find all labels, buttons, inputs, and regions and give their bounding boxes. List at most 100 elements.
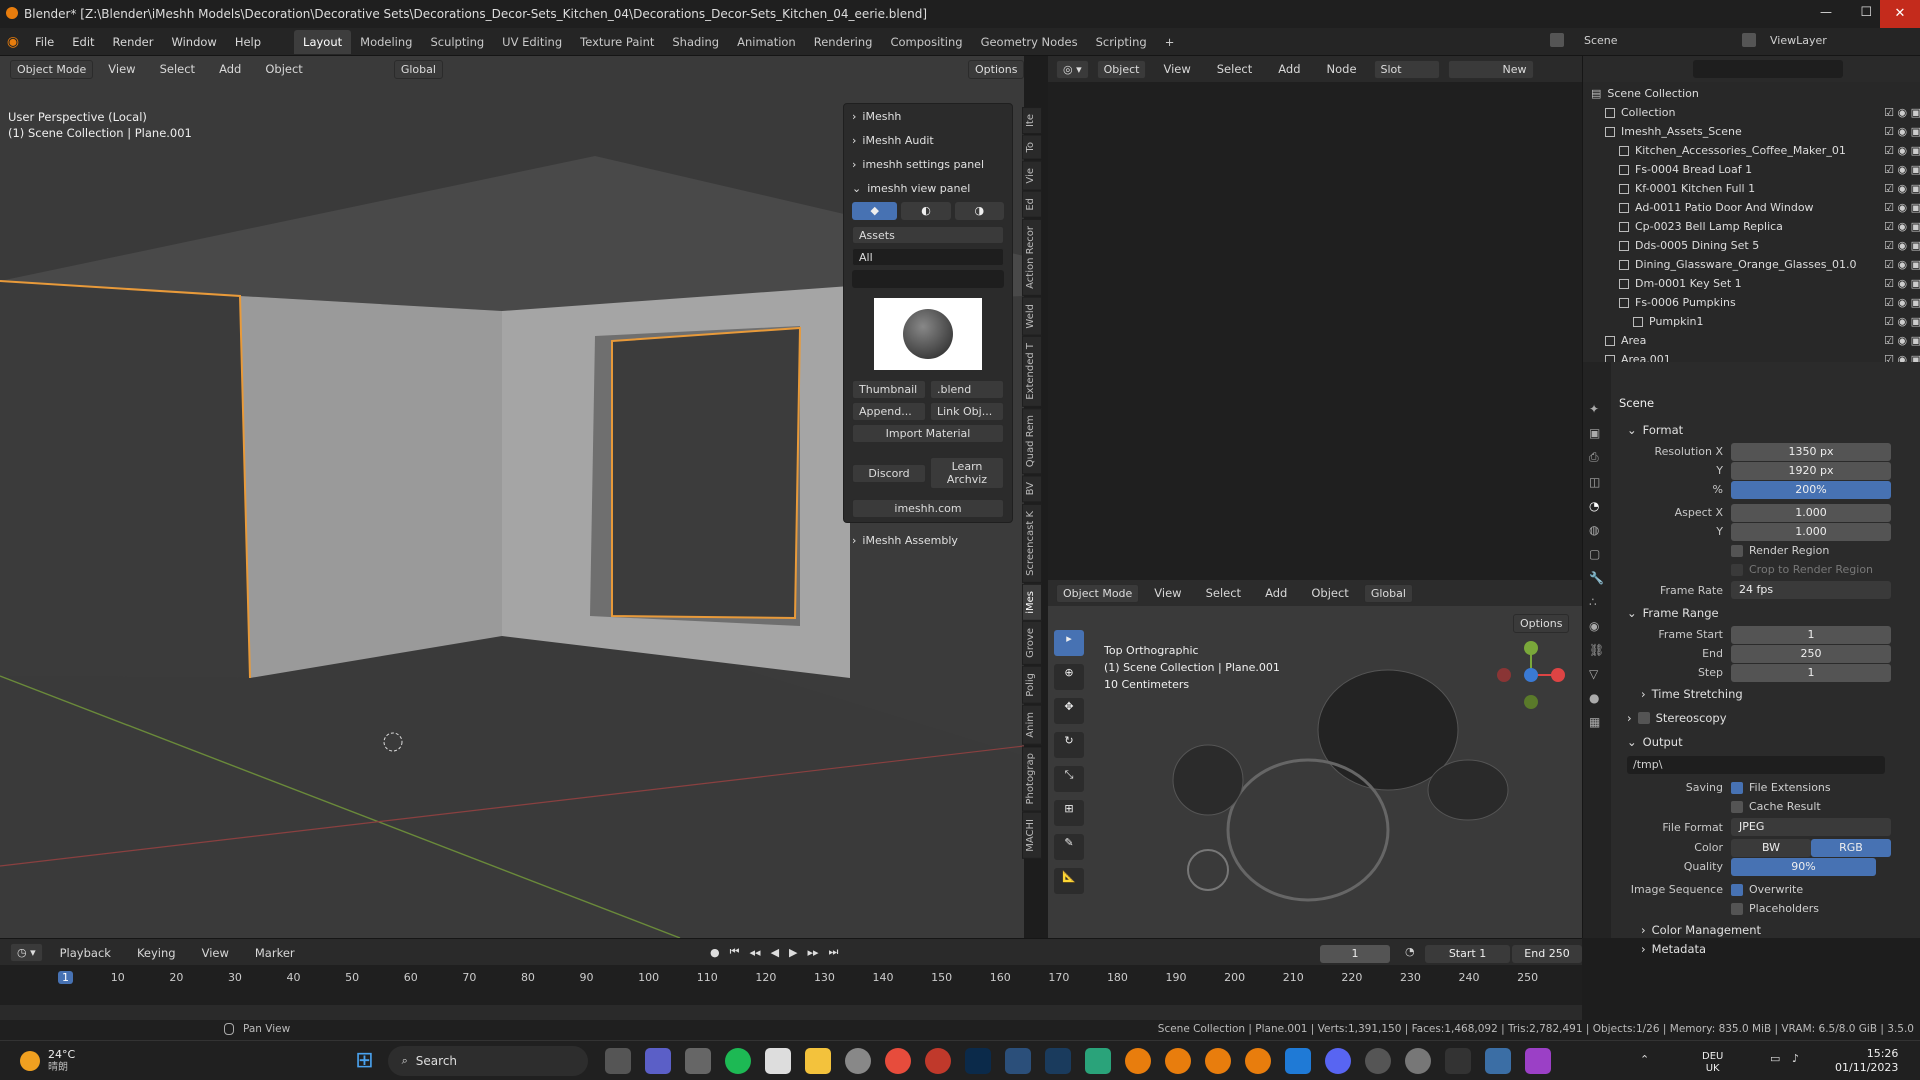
section-frame-range[interactable]: ⌄ Frame Range (1611, 601, 1920, 625)
maximize-button[interactable]: ☐ (1860, 5, 1872, 20)
outliner-root[interactable]: ▤ Scene Collection (1591, 84, 1920, 103)
sidebar-tab-item[interactable]: Ite (1022, 107, 1042, 135)
section-format[interactable]: ⌄ Format (1611, 418, 1920, 442)
sidebar-tab-tool[interactable]: To (1022, 135, 1042, 160)
append-button[interactable]: Append... (852, 402, 926, 421)
constraints-props-icon[interactable]: ⛓ (1589, 643, 1605, 657)
resolution-percent-field[interactable]: 200% (1731, 480, 1891, 499)
render-props-icon[interactable]: ▣ (1589, 426, 1605, 440)
asset-thumbnail[interactable] (874, 298, 982, 370)
tab-rendering[interactable]: Rendering (805, 30, 882, 54)
sidebar-tab-poliigon[interactable]: Polig (1022, 666, 1042, 704)
app-4-icon[interactable] (1524, 1047, 1551, 1074)
tab-compositing[interactable]: Compositing (881, 30, 971, 54)
timeline-editor-type[interactable]: ◷ ▾ (10, 943, 43, 962)
editor-type-dropdown[interactable]: ◎ ▾ (1056, 59, 1089, 79)
texture-props-icon[interactable]: ▦ (1589, 715, 1605, 729)
annotate-tool-icon[interactable]: ✎ (1054, 834, 1084, 860)
tab-animation[interactable]: Animation (728, 30, 805, 54)
particles-props-icon[interactable]: ∴ (1589, 595, 1605, 609)
menu-window[interactable]: Window (162, 35, 225, 49)
jump-start-button[interactable]: ⏮ (730, 945, 740, 959)
calculator-icon[interactable] (1484, 1047, 1511, 1074)
tab-uv-editing[interactable]: UV Editing (493, 30, 571, 54)
menu-help[interactable]: Help (226, 35, 270, 49)
outliner-item[interactable]: Collection ☑ ◉ ▣ (1591, 103, 1920, 122)
open-blend-button[interactable]: .blend (930, 380, 1004, 399)
quality-slider[interactable]: 90% (1731, 857, 1876, 876)
prev-key-button[interactable]: ◂◂ (750, 946, 761, 959)
stopwatch-icon[interactable]: ◔ (1405, 945, 1415, 958)
resolution-y-field[interactable]: 1920 px (1731, 461, 1891, 480)
frame-start-field[interactable]: 1 (1731, 625, 1891, 644)
timeline-playback-menu[interactable]: Playback (51, 946, 120, 960)
link-object-button[interactable]: Link Obj... (930, 402, 1004, 421)
navigation-gizmo[interactable] (1496, 640, 1566, 710)
tab-sculpting[interactable]: Sculpting (421, 30, 493, 54)
data-props-icon[interactable]: ▽ (1589, 667, 1605, 681)
rotate-tool-icon[interactable]: ↻ (1054, 732, 1084, 758)
frame-step-field[interactable]: 1 (1731, 663, 1891, 682)
tray-chevron-icon[interactable]: ⌃ (1640, 1053, 1649, 1066)
taskbar-search[interactable]: ⌕ Search (387, 1045, 588, 1076)
modifier-props-icon[interactable]: 🔧 (1589, 571, 1605, 585)
output-path-input[interactable]: /tmp\ (1627, 756, 1885, 774)
blender-3-icon[interactable] (1204, 1047, 1231, 1074)
panel-imeshh-view[interactable]: ⌄ imeshh view panel (844, 176, 1012, 200)
viewport-3d[interactable]: Object Mode View Select Add Object Globa… (0, 56, 1042, 938)
settings-icon[interactable] (1404, 1047, 1431, 1074)
new-material-button[interactable]: New (1447, 59, 1534, 79)
tab-layout[interactable]: Layout (294, 29, 352, 54)
category-dropdown[interactable]: All (852, 248, 1004, 266)
app-icon[interactable] (1004, 1047, 1031, 1074)
node-menu-view[interactable]: View (1154, 62, 1199, 76)
discord-button[interactable]: Discord (852, 463, 926, 483)
outliner-search-input[interactable] (1693, 60, 1843, 78)
shader-object-dropdown[interactable]: Object (1096, 59, 1147, 79)
aspect-y-field[interactable]: 1.000 (1731, 522, 1891, 541)
file-explorer-icon[interactable] (804, 1047, 831, 1074)
section-color-management[interactable]: › Color Management (1611, 918, 1920, 942)
learn-archviz-button[interactable]: Learn Archviz (930, 457, 1004, 489)
menu-file[interactable]: File (26, 35, 63, 49)
visibility-eye-icon[interactable]: ☑ ◉ ▣ (1871, 201, 1920, 214)
visibility-eye-icon[interactable]: ☑ ◉ ▣ (1871, 220, 1920, 233)
ortho-menu-select[interactable]: Select (1197, 586, 1250, 600)
start-frame-field[interactable]: Start 1 (1425, 945, 1510, 963)
timeline-view-menu[interactable]: View (193, 946, 238, 960)
visibility-eye-icon[interactable]: ☑ ◉ ▣ (1871, 334, 1920, 347)
ortho-mode-dropdown[interactable]: Object Mode (1056, 583, 1140, 603)
sidebar-tab-edit[interactable]: Ed (1022, 191, 1042, 218)
section-time-stretching[interactable]: › Time Stretching (1611, 682, 1920, 706)
cursor-tool-icon[interactable]: ⊕ (1054, 664, 1084, 690)
visibility-eye-icon[interactable]: ☑ ◉ ▣ (1871, 258, 1920, 271)
assets-dropdown[interactable]: Assets (852, 226, 1004, 244)
scene-name[interactable]: Scene (1584, 34, 1618, 47)
visibility-eye-icon[interactable]: ☑ ◉ ▣ (1871, 125, 1920, 138)
sidebar-tab-bv[interactable]: BV (1022, 475, 1042, 503)
section-metadata[interactable]: › Metadata (1611, 942, 1920, 956)
color-bw-button[interactable]: BW (1731, 838, 1811, 857)
close-button[interactable]: ✕ (1880, 0, 1920, 28)
scene-props-icon[interactable]: ◔ (1589, 499, 1605, 513)
node-menu-node[interactable]: Node (1318, 62, 1366, 76)
ortho-orientation-dropdown[interactable]: Global (1363, 583, 1413, 603)
section-stereoscopy[interactable]: › Stereoscopy (1611, 706, 1920, 730)
panel-imeshh-audit[interactable]: › iMeshh Audit (844, 128, 1012, 152)
output-props-icon[interactable]: ⎙ (1589, 450, 1605, 465)
outliner-item[interactable]: Fs-0006 Pumpkins ☑ ◉ ▣ (1591, 293, 1920, 312)
task-view-icon[interactable] (604, 1047, 631, 1074)
select-tool-icon[interactable]: ▸ (1054, 630, 1084, 656)
tab-texture-paint[interactable]: Texture Paint (571, 30, 663, 54)
sidebar-tab-extended-tools[interactable]: Extended T (1022, 336, 1042, 408)
outliner-item[interactable]: Dm-0001 Key Set 1 ☑ ◉ ▣ (1591, 274, 1920, 293)
ortho-menu-object[interactable]: Object (1302, 586, 1357, 600)
tab-geometry-nodes[interactable]: Geometry Nodes (972, 30, 1087, 54)
frame-rate-dropdown[interactable]: 24 fps (1731, 581, 1891, 599)
chatgpt-icon[interactable] (1364, 1047, 1391, 1074)
asset-type-hdri-icon[interactable]: ◑ (954, 202, 1004, 220)
sidebar-tab-screencast-keys[interactable]: Screencast K (1022, 503, 1042, 583)
outliner-item[interactable]: Ad-0011 Patio Door And Window ☑ ◉ ▣ (1591, 198, 1920, 217)
sidebar-tab-view[interactable]: Vie (1022, 160, 1042, 191)
outliner-item[interactable]: Cp-0023 Bell Lamp Replica ☑ ◉ ▣ (1591, 217, 1920, 236)
